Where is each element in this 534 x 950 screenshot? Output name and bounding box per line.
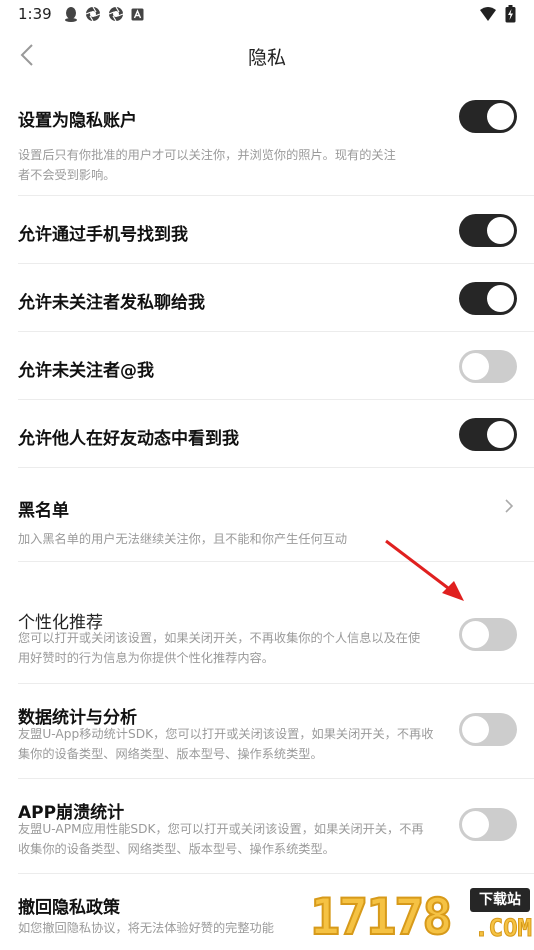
stranger-mention-toggle[interactable] bbox=[459, 350, 517, 383]
watermark-digits: 17178 bbox=[309, 887, 454, 947]
setting-title: 允许他人在好友动态中看到我 bbox=[18, 429, 239, 449]
crash-stats-toggle[interactable] bbox=[459, 808, 517, 841]
page-title: 隐私 bbox=[247, 47, 286, 69]
toggle-knob bbox=[487, 285, 514, 312]
setting-desc-line: 设置后只有你批准的用户才可以关注你，并浏览你的照片。现有的关注 bbox=[18, 148, 396, 162]
setting-desc-line: 友盟U-APM应用性能SDK，您可以打开或关闭该设置，如果关闭开关，不再 bbox=[18, 822, 424, 836]
status-left-icons bbox=[64, 6, 144, 22]
watermark-suffix: .COM bbox=[474, 914, 533, 943]
toggle-knob bbox=[462, 621, 489, 648]
stranger-messages-toggle[interactable] bbox=[459, 282, 517, 315]
status-right-icons bbox=[479, 5, 516, 23]
aperture-icon bbox=[108, 6, 123, 22]
setting-row-crash-stats: APP崩溃统计 友盟U-APM应用性能SDK，您可以打开或关闭该设置，如果关闭开… bbox=[0, 779, 534, 874]
setting-row-friend-feed: 允许他人在好友动态中看到我 bbox=[0, 400, 534, 468]
setting-desc-line: 集你的设备类型、网络类型、版本型号、操作系统类型。 bbox=[18, 747, 323, 761]
app-a-icon bbox=[131, 8, 144, 20]
setting-desc-line: 者不会受到影响。 bbox=[18, 168, 116, 182]
watermark-badge: 下载站 bbox=[470, 888, 530, 912]
setting-title: 撤回隐私政策 bbox=[18, 898, 120, 918]
nav-bar: 隐私 bbox=[0, 30, 534, 80]
setting-title: 黑名单 bbox=[18, 501, 69, 521]
aperture-icon bbox=[85, 6, 100, 22]
setting-title: 设置为隐私账户 bbox=[18, 111, 137, 131]
setting-row-stranger-mention: 允许未关注者@我 bbox=[0, 332, 534, 400]
setting-desc-line: 友盟U-App移动统计SDK，您可以打开或关闭该设置，如果关闭开关，不再收 bbox=[18, 727, 434, 741]
data-analytics-toggle[interactable] bbox=[459, 713, 517, 746]
toggle-knob bbox=[462, 353, 489, 380]
setting-desc-line: 用好赞时的行为信息为你提供个性化推荐内容。 bbox=[18, 651, 274, 665]
wifi-icon bbox=[480, 7, 496, 21]
chevron-right-icon bbox=[505, 499, 514, 513]
status-time: 1:39 bbox=[18, 5, 52, 23]
annotation-arrow-icon bbox=[385, 539, 464, 601]
setting-title: 允许通过手机号找到我 bbox=[18, 225, 188, 245]
setting-row-find-by-phone: 允许通过手机号找到我 bbox=[0, 196, 534, 264]
toggle-knob bbox=[462, 716, 489, 743]
setting-desc: 您可以打开或关闭该设置，如果关闭开关，不再收集你的个人信息以及在使 用好赞时的行… bbox=[18, 628, 446, 668]
setting-title: 允许未关注者发私聊给我 bbox=[18, 293, 205, 313]
setting-desc: 设置后只有你批准的用户才可以关注你，并浏览你的照片。现有的关注 者不会受到影响。 bbox=[18, 145, 446, 185]
toggle-knob bbox=[487, 103, 514, 130]
private-account-toggle[interactable] bbox=[459, 100, 517, 133]
toggle-knob bbox=[487, 421, 514, 448]
setting-desc-line: 收集你的设备类型、网络类型、版本型号、操作系统类型。 bbox=[18, 842, 335, 856]
setting-row-stranger-messages: 允许未关注者发私聊给我 bbox=[0, 264, 534, 332]
watermark-logo: 17178 下载站 .COM bbox=[309, 884, 534, 950]
setting-desc: 友盟U-APM应用性能SDK，您可以打开或关闭该设置，如果关闭开关，不再 收集你… bbox=[18, 819, 446, 859]
setting-desc-line: 您可以打开或关闭该设置，如果关闭开关，不再收集你的个人信息以及在使 bbox=[18, 631, 421, 645]
qq-penguin-icon bbox=[64, 7, 77, 22]
friend-feed-toggle[interactable] bbox=[459, 418, 517, 451]
setting-title: 允许未关注者@我 bbox=[18, 361, 154, 381]
setting-row-private-account: 设置为隐私账户 设置后只有你批准的用户才可以关注你，并浏览你的照片。现有的关注 … bbox=[0, 96, 534, 196]
status-bar: 1:39 bbox=[0, 0, 534, 28]
toggle-knob bbox=[462, 811, 489, 838]
battery-charging-icon bbox=[505, 5, 516, 23]
setting-desc: 友盟U-App移动统计SDK，您可以打开或关闭该设置，如果关闭开关，不再收 集你… bbox=[18, 724, 446, 764]
setting-row-data-analytics: 数据统计与分析 友盟U-App移动统计SDK，您可以打开或关闭该设置，如果关闭开… bbox=[0, 684, 534, 779]
find-by-phone-toggle[interactable] bbox=[459, 214, 517, 247]
toggle-knob bbox=[487, 217, 514, 244]
personalized-recommendation-toggle[interactable] bbox=[459, 618, 517, 651]
